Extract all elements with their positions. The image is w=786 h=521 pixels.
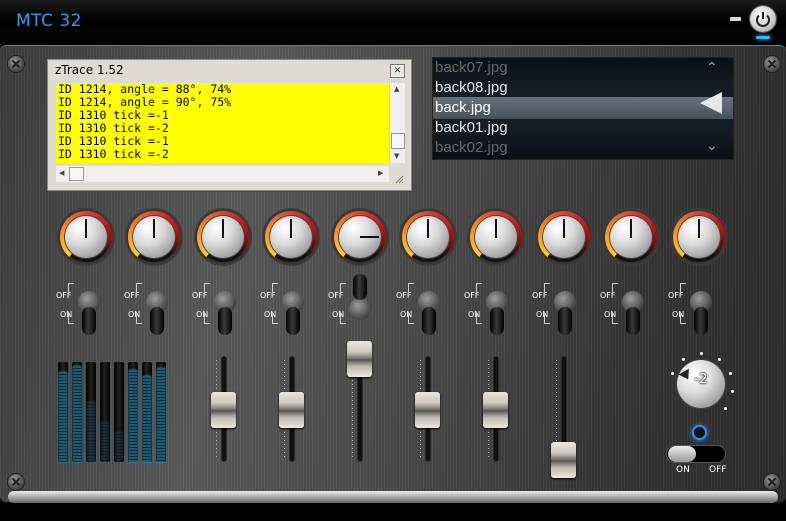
close-icon[interactable]: ✕ [390, 64, 405, 78]
list-item[interactable]: back07.jpg [435, 58, 508, 78]
bottom-edge [0, 503, 786, 521]
app-title: MTC 32 [16, 11, 82, 31]
list-position-marker[interactable] [700, 92, 722, 114]
screw-icon [764, 56, 780, 72]
toggle-bracket [680, 283, 686, 295]
knob-1[interactable] [57, 208, 115, 266]
level-meter [58, 362, 166, 462]
fader-2[interactable] [279, 392, 304, 428]
list-down-icon[interactable]: ⌄ [706, 138, 718, 154]
knob-9[interactable] [602, 208, 660, 266]
screw-icon [8, 56, 24, 72]
knob-2[interactable] [125, 208, 183, 266]
vertical-scrollbar[interactable]: ▲ ▼ [389, 83, 405, 163]
trace-output: ID 1214, angle = 88°, 74% ID 1214, angle… [56, 83, 389, 163]
list-item[interactable]: back08.jpg [435, 78, 508, 98]
list-up-icon[interactable]: ⌃ [706, 60, 718, 76]
toggle-bracket [204, 283, 210, 295]
vertical-scroll-thumb[interactable] [391, 133, 405, 149]
fader-1[interactable] [211, 392, 236, 428]
bottom-rail [8, 491, 778, 503]
knob-3[interactable] [194, 208, 252, 266]
knob-5[interactable] [331, 208, 389, 266]
toggle-bracket [476, 283, 482, 295]
on-off-on-label: ON [676, 465, 690, 475]
toggle-bracket [68, 312, 74, 324]
toggle-bracket [204, 312, 210, 324]
toggle-bracket [136, 283, 142, 295]
trace-line: ID 1310 tick =-2 [58, 147, 169, 161]
ztrace-window: zTrace 1.52 ✕ ID 1214, angle = 88°, 74% … [47, 59, 412, 191]
scroll-left-icon[interactable]: ◀ [59, 169, 64, 177]
fader-5[interactable] [483, 392, 508, 428]
resize-grip-icon[interactable] [394, 174, 404, 184]
ztrace-title: zTrace 1.52 [55, 63, 124, 77]
on-off-switch-thumb[interactable] [668, 446, 696, 462]
toggle-lever[interactable] [558, 307, 572, 335]
toggle-switch-5[interactable] [349, 298, 371, 320]
horizontal-scrollbar[interactable]: ◀ ▶ [56, 166, 389, 182]
toggle-lever[interactable] [694, 307, 708, 335]
toggle-bracket [544, 283, 550, 295]
rotary-encoder[interactable]: -2 [671, 352, 734, 413]
toggle-bracket [612, 312, 618, 324]
fader-3[interactable] [347, 341, 372, 377]
toggle-bracket [68, 283, 74, 295]
toggle-lever[interactable] [150, 307, 164, 335]
power-glyph [756, 12, 770, 27]
toggle-bracket [340, 312, 346, 324]
list-item-selected[interactable]: back.jpg [435, 98, 491, 118]
scroll-right-icon[interactable]: ▶ [378, 169, 383, 177]
toggle-lever[interactable] [490, 307, 504, 335]
toggle-lever[interactable] [286, 307, 300, 335]
screw-icon [8, 474, 24, 490]
title-bar [0, 0, 786, 40]
knob-10[interactable] [670, 208, 728, 266]
toggle-bracket [272, 312, 278, 324]
toggle-bracket [476, 312, 482, 324]
knob-8[interactable] [535, 208, 593, 266]
knob-7[interactable] [467, 208, 525, 266]
toggle-bracket [544, 312, 550, 324]
toggle-bracket [340, 283, 346, 295]
fader-6[interactable] [551, 442, 576, 478]
toggle-bracket [408, 312, 414, 324]
rotary-value: -2 [694, 372, 708, 387]
toggle-bracket [272, 283, 278, 295]
toggle-bracket [136, 312, 142, 324]
fader-4[interactable] [415, 392, 440, 428]
scroll-down-icon[interactable]: ▼ [394, 152, 399, 160]
scroll-up-icon[interactable]: ▲ [394, 85, 399, 93]
power-indicator [756, 36, 770, 39]
toggle-bracket [408, 283, 414, 295]
minimize-icon[interactable] [730, 17, 741, 21]
power-icon[interactable] [750, 6, 776, 32]
toggle-lever[interactable] [353, 274, 367, 300]
toggle-lever[interactable] [82, 307, 96, 335]
on-off-off-label: OFF [709, 465, 727, 475]
toggle-lever[interactable] [422, 307, 436, 335]
list-item[interactable]: back01.jpg [435, 118, 508, 138]
toggle-bracket [680, 312, 686, 324]
knob-4[interactable] [262, 208, 320, 266]
led-indicator [692, 425, 707, 440]
toggle-lever[interactable] [626, 307, 640, 335]
toggle-lever[interactable] [218, 307, 232, 335]
knob-6[interactable] [399, 208, 457, 266]
screw-icon [764, 474, 780, 490]
horizontal-scroll-thumb[interactable] [69, 167, 84, 181]
list-item[interactable]: back02.jpg [435, 138, 508, 158]
file-list[interactable]: back07.jpg back08.jpg back.jpg back01.jp… [432, 57, 734, 160]
toggle-bracket [612, 283, 618, 295]
